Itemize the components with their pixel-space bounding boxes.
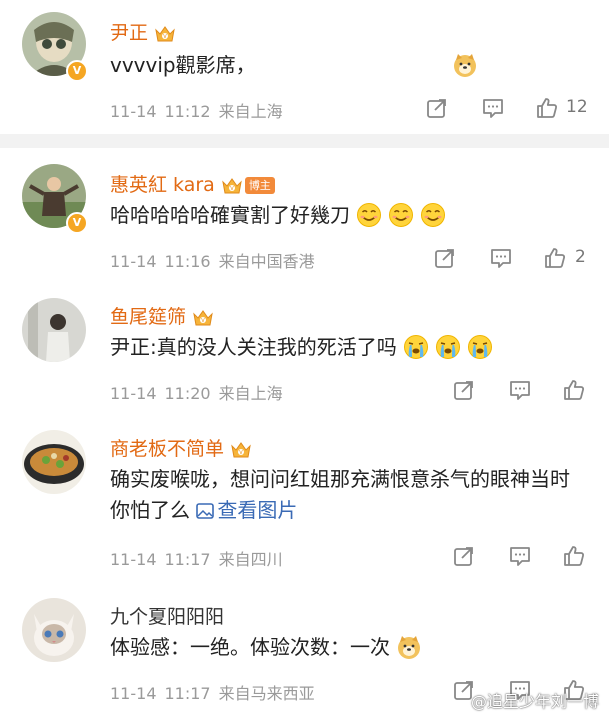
divider (0, 134, 609, 148)
image-icon (196, 503, 215, 519)
like-count: 2 (575, 247, 586, 267)
comment-text: 确实废喉咙，想问问红姐那充满恨意杀气的眼神当时你怕了么 查看图片 (110, 467, 570, 522)
comment-meta: 11-14 11:16 来自中国香港 (110, 248, 323, 272)
comment-date: 11-14 (110, 550, 157, 569)
username[interactable]: 鱼尾筵筛 (110, 302, 214, 329)
repost-icon[interactable] (433, 246, 457, 270)
crying-emoji (403, 334, 429, 360)
comment-meta: 11-14 11:20 来自上海 (110, 380, 291, 404)
comment-date: 11-14 (110, 252, 157, 271)
doge-emoji (452, 52, 478, 78)
smile-emoji (420, 202, 446, 228)
comment-location: 来自四川 (218, 550, 283, 569)
avatar[interactable] (22, 430, 86, 494)
comment-meta: 11-14 11:17 来自马来西亚 (110, 680, 323, 704)
comment-icon[interactable] (489, 246, 513, 270)
crown-icon (154, 24, 176, 44)
repost-icon[interactable] (452, 544, 476, 568)
smile-emoji (388, 202, 414, 228)
doge-emoji (396, 634, 422, 660)
crown-icon (230, 440, 252, 460)
comment-date: 11-14 (110, 102, 157, 121)
comment-item: 商老板不简单 确实废喉咙，想问问红姐那充满恨意杀气的眼神当时你怕了么 查看图片 … (0, 420, 609, 580)
comment-time: 11:12 (164, 102, 211, 121)
comment-time: 11:16 (164, 252, 211, 271)
comment-location: 来自马来西亚 (218, 684, 315, 703)
comment-text: 体验感：一绝。体验次数：一次 (110, 632, 579, 663)
avatar[interactable] (22, 298, 86, 362)
comment-icon[interactable] (508, 544, 532, 568)
watermark: @追星少年刘一博 (470, 692, 599, 711)
repost-icon[interactable] (425, 96, 449, 120)
comment-date: 11-14 (110, 384, 157, 403)
blogger-tag: 博主 (244, 177, 275, 194)
username[interactable]: 尹正 (110, 18, 176, 45)
comment-location: 来自上海 (218, 384, 283, 403)
avatar[interactable] (22, 598, 86, 662)
like-icon[interactable] (535, 96, 559, 120)
comment-icon[interactable] (508, 378, 532, 402)
comment-location: 来自中国香港 (218, 252, 315, 271)
crown-icon (192, 308, 214, 328)
like-count: 12 (566, 97, 588, 117)
comment-time: 11:17 (164, 684, 211, 703)
v-badge-icon: V (66, 60, 88, 82)
username[interactable]: 九个夏阳阳阳 (110, 602, 224, 629)
comment-item: 鱼尾筵筛 尹正:真的没人关注我的死活了吗 11-14 11:20 来自上海 (0, 286, 609, 414)
comment-item: V 惠英紅 kara 博主 哈哈哈哈哈確實割了好幾刀 11-14 11:16 来自中国… (0, 150, 609, 280)
comment-item: V 尹正 vvvvip觀影席， 11-14 11:12 来自上海 12 (0, 0, 609, 132)
comment-meta: 11-14 11:12 来自上海 (110, 98, 291, 122)
view-image-link[interactable]: 查看图片 (196, 498, 297, 522)
username[interactable]: 商老板不简单 (110, 434, 252, 461)
smile-emoji (356, 202, 382, 228)
like-icon[interactable] (562, 544, 586, 568)
crying-emoji (467, 334, 493, 360)
repost-icon[interactable] (452, 378, 476, 402)
crown-icon (221, 176, 243, 196)
comment-time: 11:17 (164, 550, 211, 569)
crying-emoji (435, 334, 461, 360)
username[interactable]: 惠英紅 kara 博主 (110, 170, 275, 197)
comment-date: 11-14 (110, 684, 157, 703)
comment-text: 尹正:真的没人关注我的死活了吗 (110, 332, 579, 363)
like-icon[interactable] (543, 246, 567, 270)
comment-location: 来自上海 (218, 102, 283, 121)
v-badge-icon: V (66, 212, 88, 234)
comment-time: 11:20 (164, 384, 211, 403)
comment-text: vvvvip觀影席， (110, 50, 579, 81)
comment-meta: 11-14 11:17 来自四川 (110, 546, 291, 570)
like-icon[interactable] (562, 378, 586, 402)
comment-text: 哈哈哈哈哈確實割了好幾刀 (110, 200, 579, 231)
comment-icon[interactable] (481, 96, 505, 120)
